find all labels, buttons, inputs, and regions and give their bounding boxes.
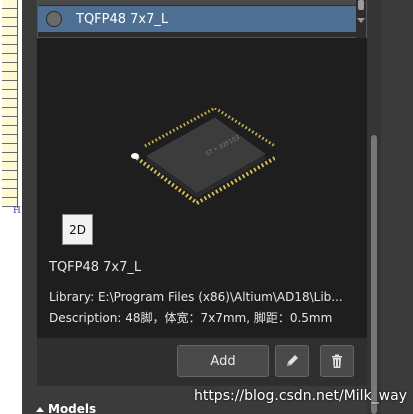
delete-button[interactable] (320, 345, 354, 377)
scroll-down-arrow-icon[interactable] (357, 18, 365, 23)
component-toolbar: Add (37, 338, 367, 386)
component-list: TQFP48 7x7_L (37, 0, 367, 38)
panel-scrollbar-thumb[interactable] (371, 135, 377, 414)
list-item-label: TQFP48 7x7_L (76, 11, 169, 27)
trash-icon (332, 354, 342, 368)
chip-3d-model[interactable]: ST • 32F103 (125, 108, 275, 208)
components-panel: TQFP48 7x7_L ST • 32F103 2D TQFP48 7x7_L… (22, 0, 413, 414)
add-button[interactable]: Add (177, 345, 269, 377)
pin1-indicator (131, 153, 139, 159)
models-section-label: Models (48, 402, 97, 414)
pencil-icon (287, 355, 298, 366)
app-root: H TQFP48 7x7_L ST • 32F103 2D TQFP48 7x7… (0, 0, 413, 414)
library-path: Library: E:\Program Files (x86)\Altium\A… (49, 290, 343, 304)
component-description: Description: 48脚，体宽：7x7mm, 脚距：0.5mm (49, 311, 333, 325)
component-preview: ST • 32F103 2D TQFP48 7x7_L Library: E:\… (37, 38, 367, 338)
list-scrollbar[interactable] (356, 0, 366, 38)
collapse-arrow-icon (36, 406, 44, 412)
component-name: TQFP48 7x7_L (49, 260, 142, 275)
list-item-selected[interactable]: TQFP48 7x7_L (38, 6, 358, 32)
list-item-previous[interactable] (38, 0, 358, 5)
models-section-header[interactable]: Models (36, 402, 96, 414)
schematic-marker: H (13, 206, 21, 216)
panel-scrollbar[interactable] (367, 0, 381, 414)
component-type-icon (46, 11, 62, 27)
watermark: https://blog.csdn.net/Milk_way (193, 388, 407, 404)
view-2d-button[interactable]: 2D (62, 214, 93, 245)
schematic-canvas-strip[interactable]: H (0, 0, 22, 414)
schematic-symbol-edge (2, 0, 18, 208)
list-scrollbar-thumb[interactable] (358, 0, 364, 10)
edit-button[interactable] (275, 345, 309, 377)
